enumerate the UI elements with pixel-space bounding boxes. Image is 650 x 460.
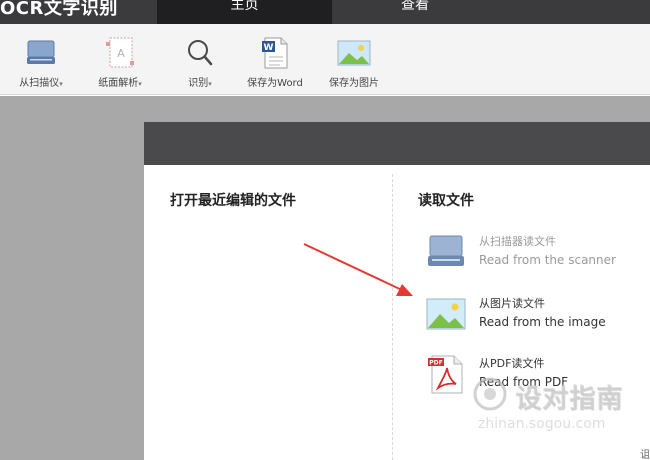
recognize-label: 识别 [188, 78, 209, 89]
app-title: OCR文字识别 [0, 0, 118, 19]
recent-files-title: 打开最近编辑的文件 [170, 193, 296, 209]
recognize-dropdown-icon: ▾ [208, 80, 212, 88]
dialog-divider [392, 174, 393, 460]
svg-text:W: W [264, 43, 274, 53]
save-as-image-button[interactable]: 保存为图片 [322, 34, 386, 90]
save-as-word-label: 保存为Word [247, 78, 303, 89]
dialog-header [144, 122, 650, 165]
paper-analysis-button[interactable]: A 纸面解析▾ [90, 34, 150, 90]
tab-view[interactable]: 查看 [332, 0, 498, 24]
scan-from-scanner-button[interactable]: 从扫描仪▾ [10, 34, 72, 90]
save-as-word-button[interactable]: W 保存为Word [240, 34, 310, 90]
image-icon [426, 298, 466, 330]
read-file-title: 读取文件 [418, 193, 474, 209]
watermark-logo-icon [473, 377, 507, 411]
watermark-url: zhinan.sogou.com [478, 416, 606, 432]
title-bar: OCR文字识别 主页 查看 [0, 0, 650, 24]
pdf-icon: PDF [428, 355, 463, 394]
word-document-icon: W [262, 37, 288, 69]
read-from-scanner-option[interactable]: 从扫描器读文件 Read from the scanner [424, 228, 644, 278]
pdf-option-title: 从PDF读文件 [479, 357, 545, 370]
paper-dropdown-icon: ▾ [138, 80, 142, 88]
paper-analysis-icon: A [106, 37, 134, 68]
magnifier-icon [188, 40, 213, 66]
paper-label: 纸面解析 [98, 78, 139, 89]
image-icon [337, 40, 371, 66]
svg-text:PDF: PDF [429, 360, 442, 367]
svg-text:A: A [117, 47, 125, 60]
recognize-button[interactable]: 识别▾ [180, 34, 220, 90]
corner-text: 诅 [640, 450, 650, 460]
scanner-option-title: 从扫描器读文件 [479, 235, 556, 248]
read-from-image-option[interactable]: 从图片读文件 Read from the image [424, 290, 644, 340]
save-as-image-label: 保存为图片 [329, 78, 379, 89]
scanner-icon [428, 235, 464, 266]
scan-label: 从扫描仪 [19, 78, 60, 89]
toolbar: 从扫描仪▾ A 纸面解析▾ 识别▾ W 保存为Word 保存为图片 [0, 24, 650, 95]
tab-home[interactable]: 主页 [157, 0, 332, 24]
scanner-icon [27, 40, 55, 64]
image-option-subtitle: Read from the image [479, 315, 606, 329]
scanner-option-subtitle: Read from the scanner [479, 253, 616, 267]
image-option-title: 从图片读文件 [479, 297, 545, 310]
scan-dropdown-icon: ▾ [59, 80, 63, 88]
watermark-text: 设对指南 [515, 384, 624, 414]
